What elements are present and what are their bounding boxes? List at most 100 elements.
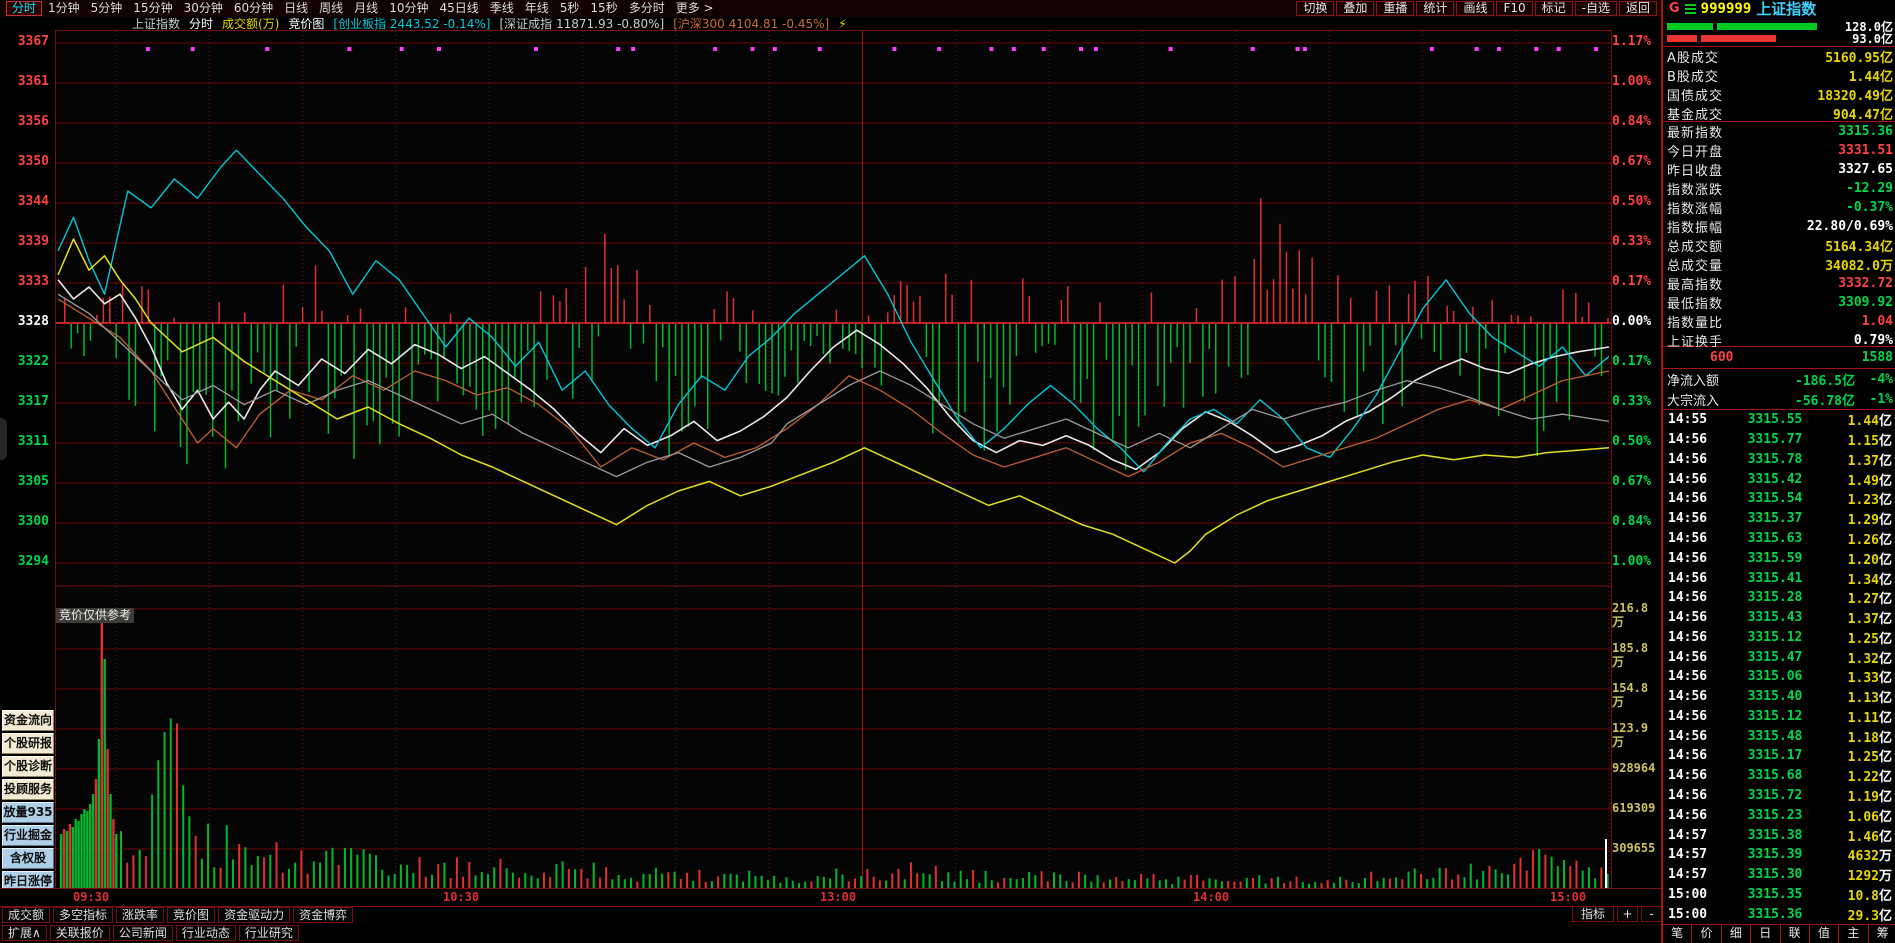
tab-资金博弈[interactable]: 资金博弈	[293, 907, 353, 923]
tick-price: 3315.36	[1720, 907, 1830, 922]
tick-volume: 1.19亿	[1830, 786, 1892, 805]
flow-row: 净流入额-186.5亿-4%	[1663, 369, 1895, 389]
tick-row[interactable]: 15:003315.3629.3亿	[1663, 904, 1895, 924]
period-tab-年线[interactable]: 年线	[520, 1, 554, 16]
mini-tab-联[interactable]: 联	[1781, 925, 1810, 943]
period-tab-15秒[interactable]: 15秒	[585, 1, 622, 16]
action-button-切换[interactable]: 切换	[1296, 1, 1334, 16]
period-tab-1分钟[interactable]: 1分钟	[43, 1, 85, 16]
period-tab-季线[interactable]: 季线	[485, 1, 519, 16]
sidebar-button-含权股[interactable]: 含权股	[2, 848, 54, 869]
tick-row[interactable]: 14:563315.061.33亿	[1663, 667, 1895, 687]
tab-行业研究[interactable]: 行业研究	[239, 925, 299, 941]
tick-row[interactable]: 14:563315.721.19亿	[1663, 786, 1895, 806]
mini-tab-主[interactable]: 主	[1839, 925, 1868, 943]
tick-row[interactable]: 14:563315.591.20亿	[1663, 548, 1895, 568]
period-tab-日线[interactable]: 日线	[279, 1, 313, 16]
price-tick: 3350	[0, 155, 49, 169]
sidebar-collapse-handle[interactable]	[0, 418, 7, 460]
tick-time: 14:56	[1668, 472, 1720, 487]
tick-row[interactable]: 14:563315.481.18亿	[1663, 726, 1895, 746]
g-flag: G	[1669, 1, 1680, 16]
period-tab-10分钟[interactable]: 10分钟	[384, 1, 433, 16]
tick-row[interactable]: 14:563315.431.37亿	[1663, 608, 1895, 628]
action-button-F10[interactable]: F10	[1496, 1, 1532, 16]
mini-tab-细[interactable]: 细	[1722, 925, 1751, 943]
price-axis: 3367336133563350334433393333332833223317…	[0, 30, 52, 590]
tick-row[interactable]: 14:573315.381.46亿	[1663, 825, 1895, 845]
tab-成交额[interactable]: 成交额	[2, 907, 50, 923]
tick-row[interactable]: 14:563315.421.49亿	[1663, 469, 1895, 489]
period-tab-分时[interactable]: 分时	[6, 1, 42, 16]
zoom-in-button[interactable]: +	[1617, 906, 1638, 922]
tick-row[interactable]: 14:563315.281.27亿	[1663, 588, 1895, 608]
action-button--自选[interactable]: -自选	[1575, 1, 1617, 16]
tick-row[interactable]: 14:563315.631.26亿	[1663, 529, 1895, 549]
period-tab-30分钟[interactable]: 30分钟	[179, 1, 228, 16]
menu-icon[interactable]	[1685, 4, 1696, 14]
stat-row: 指数量比1.04	[1663, 312, 1895, 331]
action-button-重播[interactable]: 重播	[1376, 1, 1414, 16]
tick-row[interactable]: 14:563315.371.29亿	[1663, 509, 1895, 529]
tab-行业动态[interactable]: 行业动态	[176, 925, 236, 941]
period-tab-5秒[interactable]: 5秒	[555, 1, 585, 16]
tab-竞价图[interactable]: 竞价图	[167, 907, 215, 923]
tick-row[interactable]: 15:003315.3510.8亿	[1663, 884, 1895, 904]
tab-扩展∧[interactable]: 扩展∧	[2, 925, 47, 941]
row-label: 总成交额	[1667, 236, 1723, 255]
tab-公司新闻[interactable]: 公司新闻	[113, 925, 173, 941]
tab-涨跌率[interactable]: 涨跌率	[116, 907, 164, 923]
tick-row[interactable]: 14:563315.471.32亿	[1663, 647, 1895, 667]
tick-row[interactable]: 14:563315.781.37亿	[1663, 450, 1895, 470]
intraday-chart[interactable]	[55, 30, 1612, 906]
action-button-标记[interactable]: 标记	[1535, 1, 1573, 16]
tick-list[interactable]: 14:553315.551.44亿14:563315.771.15亿14:563…	[1663, 410, 1895, 924]
price-tick: 3322	[0, 355, 49, 369]
tick-row[interactable]: 14:563315.411.34亿	[1663, 568, 1895, 588]
tick-row[interactable]: 14:563315.771.15亿	[1663, 430, 1895, 450]
sidebar-button-放量935[interactable]: 放量935	[2, 802, 54, 823]
tab-关联报价[interactable]: 关联报价	[50, 925, 110, 941]
tab-多空指标[interactable]: 多空指标	[53, 907, 113, 923]
indicator-button[interactable]: 指标	[1572, 906, 1614, 922]
period-tab-多分时[interactable]: 多分时	[624, 1, 670, 16]
sidebar-button-投顾服务[interactable]: 投顾服务	[2, 779, 54, 800]
period-tab-60分钟[interactable]: 60分钟	[229, 1, 278, 16]
percent-tick: 0.84%	[1612, 515, 1651, 529]
tick-row[interactable]: 14:573315.301292万	[1663, 865, 1895, 885]
mini-tab-筹[interactable]: 筹	[1869, 925, 1895, 943]
tick-time: 14:56	[1668, 729, 1720, 744]
tick-row[interactable]: 14:563315.171.25亿	[1663, 746, 1895, 766]
action-button-统计[interactable]: 统计	[1416, 1, 1454, 16]
tick-row[interactable]: 14:563315.121.11亿	[1663, 707, 1895, 727]
tab-资金驱动力[interactable]: 资金驱动力	[218, 907, 290, 923]
tick-row[interactable]: 14:563315.681.22亿	[1663, 766, 1895, 786]
sidebar-button-行业掘金[interactable]: 行业掘金	[2, 825, 54, 846]
action-button-画线[interactable]: 画线	[1456, 1, 1494, 16]
sidebar-button-资金流向[interactable]: 资金流向	[2, 710, 54, 731]
tick-row[interactable]: 14:563315.541.23亿	[1663, 489, 1895, 509]
period-tab-45日线[interactable]: 45日线	[434, 1, 483, 16]
period-tab-更多 >[interactable]: 更多 >	[671, 1, 719, 16]
mini-tab-值[interactable]: 值	[1810, 925, 1839, 943]
mini-tab-价[interactable]: 价	[1692, 925, 1721, 943]
sidebar-button-个股诊断[interactable]: 个股诊断	[2, 756, 54, 777]
tick-row[interactable]: 14:573315.394632万	[1663, 845, 1895, 865]
tick-volume: 1.20亿	[1830, 549, 1892, 568]
action-button-叠加[interactable]: 叠加	[1336, 1, 1374, 16]
period-tab-月线[interactable]: 月线	[349, 1, 383, 16]
period-tab-周线[interactable]: 周线	[314, 1, 348, 16]
period-tab-15分钟[interactable]: 15分钟	[128, 1, 177, 16]
tick-row[interactable]: 14:563315.121.25亿	[1663, 627, 1895, 647]
tick-row[interactable]: 14:563315.231.06亿	[1663, 805, 1895, 825]
volume-tick: 309655	[1612, 841, 1655, 855]
tick-row[interactable]: 14:553315.551.44亿	[1663, 410, 1895, 430]
zoom-out-button[interactable]: -	[1641, 906, 1662, 922]
sidebar-button-个股研报[interactable]: 个股研报	[2, 733, 54, 754]
mini-tab-笔[interactable]: 笔	[1663, 925, 1692, 943]
price-tick: 3328	[0, 315, 49, 329]
tick-row[interactable]: 14:563315.401.13亿	[1663, 687, 1895, 707]
mini-tab-日[interactable]: 日	[1751, 925, 1780, 943]
action-button-返回[interactable]: 返回	[1619, 1, 1657, 16]
period-tab-5分钟[interactable]: 5分钟	[86, 1, 128, 16]
